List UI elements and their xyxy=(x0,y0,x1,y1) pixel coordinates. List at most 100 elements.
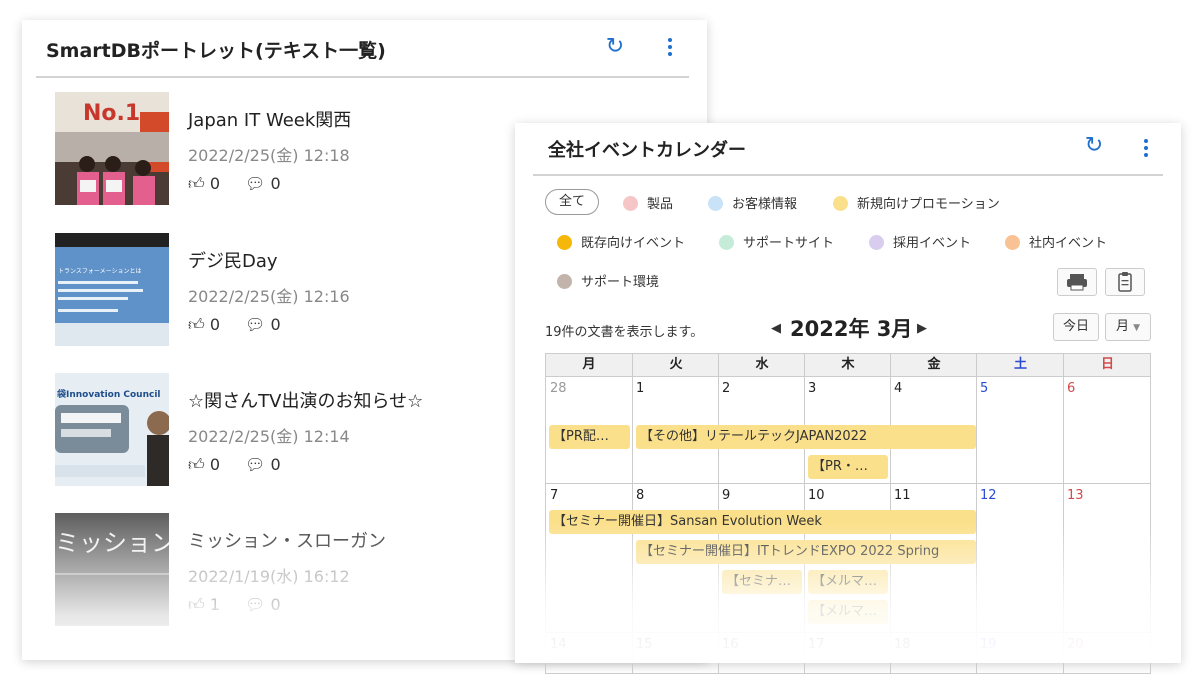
thumbs-up-icon[interactable]: 👍︎ xyxy=(188,455,205,474)
thumbs-up-icon[interactable]: 👍︎ xyxy=(188,315,205,334)
calendar-week: 14 15 16 17 18 19 20 xyxy=(545,633,1151,674)
day-cell[interactable]: 5 xyxy=(976,377,1064,483)
legend-item[interactable]: 採用イベント xyxy=(869,232,971,251)
comment-icon[interactable]: 💬︎ xyxy=(245,595,265,614)
legend-label: お客様情報 xyxy=(732,197,798,212)
post-title[interactable]: ミッション・スローガン xyxy=(188,527,386,553)
legend-label: 既存向けイベント xyxy=(581,236,686,251)
weekday-label: 金 xyxy=(890,354,977,376)
calendar-event[interactable]: 【メルマ… xyxy=(808,600,888,624)
day-number: 19 xyxy=(980,637,997,652)
calendar-event[interactable]: 【PR配… xyxy=(549,425,630,449)
legend-item[interactable]: 社内イベント xyxy=(1005,232,1107,251)
legend-item[interactable]: お客様情報 xyxy=(708,193,797,212)
more-vert-icon[interactable] xyxy=(1141,137,1151,159)
day-cell[interactable]: 16 xyxy=(718,633,805,673)
legend-item[interactable]: サポート環境 xyxy=(557,271,659,290)
calendar-week: 7 8 9 10 11 12 13 【セミナー開催日】Sansan Evolut… xyxy=(545,484,1151,633)
day-number: 2 xyxy=(722,381,731,396)
calendar-event[interactable]: 【セミナ… xyxy=(722,570,802,594)
day-number: 4 xyxy=(894,381,903,396)
post-date: 2022/2/25(金) 12:16 xyxy=(188,287,350,306)
legend-label: サポート環境 xyxy=(581,275,660,290)
thumb-text: トランスフォーメーションとは xyxy=(58,268,142,275)
dot-icon xyxy=(623,196,638,211)
comment-icon[interactable]: 💬︎ xyxy=(245,315,265,334)
legend-item[interactable]: サポートサイト xyxy=(719,232,834,251)
comment-icon[interactable]: 💬︎ xyxy=(245,174,265,193)
post-title[interactable]: デジ民Day xyxy=(188,247,350,273)
post-title[interactable]: ☆関さんTV出演のお知らせ☆ xyxy=(188,387,423,413)
like-count: 0 xyxy=(209,174,221,193)
day-number: 15 xyxy=(636,637,653,652)
dot-icon xyxy=(557,235,572,250)
comment-icon[interactable]: 💬︎ xyxy=(245,455,265,474)
day-number: 1 xyxy=(636,381,645,396)
dot-icon xyxy=(719,235,734,250)
event-calendar-portlet: 全社イベントカレンダー ↻ 全て 製品 お客様情報 新規向けプロモーション 既存… xyxy=(515,123,1181,674)
day-cell[interactable]: 20 xyxy=(1063,633,1150,673)
weekday-label: 水 xyxy=(718,354,805,376)
comment-count: 0 xyxy=(270,315,281,334)
post-thumbnail: トランスフォーメーションとは xyxy=(55,233,169,346)
day-cell[interactable]: 12 xyxy=(976,484,1064,632)
thumb-text: 袋Innovation Council xyxy=(56,388,161,400)
legend-label: 採用イベント xyxy=(893,236,972,251)
dot-icon xyxy=(869,235,884,250)
next-month-icon[interactable]: ▶ xyxy=(917,321,927,336)
legend-item[interactable]: 新規向けプロモーション xyxy=(833,193,1000,212)
prev-month-icon[interactable]: ◀ xyxy=(771,321,781,336)
thumbs-up-icon[interactable]: 👍︎ xyxy=(188,595,205,614)
today-button[interactable]: 今日 xyxy=(1053,313,1099,341)
like-count: 0 xyxy=(209,455,221,474)
day-number: 6 xyxy=(1067,381,1076,396)
day-number: 11 xyxy=(894,488,911,503)
calendar-week: 28 1 2 3 4 5 6 【PR配… 【その他】リテールテックJAPAN20… xyxy=(545,377,1151,484)
dot-icon xyxy=(557,274,572,289)
day-cell[interactable]: 14 xyxy=(546,633,633,673)
printer-icon xyxy=(1067,274,1087,291)
calendar-title: 全社イベントカレンダー xyxy=(548,140,746,161)
calendar-event[interactable]: 【メルマ… xyxy=(808,570,888,594)
comment-count: 0 xyxy=(270,595,281,614)
day-cell[interactable]: 15 xyxy=(632,633,719,673)
filter-all-button[interactable]: 全て xyxy=(545,189,599,215)
post-date: 2022/2/25(金) 12:14 xyxy=(188,427,350,446)
calendar-event[interactable]: 【セミナー開催日】ITトレンドEXPO 2022 Spring xyxy=(636,540,976,564)
more-vert-icon[interactable] xyxy=(665,36,675,58)
print-button[interactable] xyxy=(1057,268,1097,296)
calendar-event[interactable]: 【PR・… xyxy=(808,455,888,479)
day-number: 18 xyxy=(894,637,911,652)
weekday-label: 木 xyxy=(804,354,891,376)
calendar-event[interactable]: 【セミナー開催日】Sansan Evolution Week xyxy=(549,510,976,534)
day-cell[interactable]: 13 xyxy=(1063,484,1150,632)
legend-label: サポートサイト xyxy=(743,236,835,251)
calendar-header: 全社イベントカレンダー ↻ xyxy=(515,123,1181,181)
month-title: 2022年 3月 xyxy=(790,317,913,341)
day-cell[interactable]: 7 xyxy=(546,484,633,632)
view-select[interactable]: 月 ▼ xyxy=(1105,313,1151,341)
legend-item[interactable]: 製品 xyxy=(623,193,673,212)
refresh-icon[interactable]: ↻ xyxy=(1083,135,1105,157)
view-select-label: 月 xyxy=(1115,319,1129,334)
clipboard-icon xyxy=(1118,272,1132,292)
day-cell[interactable]: 19 xyxy=(976,633,1064,673)
day-number: 3 xyxy=(808,381,817,396)
like-count: 1 xyxy=(209,595,221,614)
day-cell[interactable]: 6 xyxy=(1063,377,1150,483)
day-cell[interactable]: 18 xyxy=(890,633,977,673)
calendar-event[interactable]: 【その他】リテールテックJAPAN2022 xyxy=(636,425,976,449)
weekday-label: 月 xyxy=(582,357,596,372)
legend-label: 社内イベント xyxy=(1029,236,1108,251)
clipboard-button[interactable] xyxy=(1105,268,1145,296)
day-number: 28 xyxy=(550,381,567,396)
post-thumbnail: No.1 xyxy=(55,92,169,205)
refresh-icon[interactable]: ↻ xyxy=(604,36,626,58)
post-title[interactable]: Japan IT Week関西 xyxy=(188,106,351,132)
thumbs-up-icon[interactable]: 👍︎ xyxy=(188,174,205,193)
day-number: 16 xyxy=(722,637,739,652)
thumb-text: No.1 xyxy=(83,101,140,126)
day-cell[interactable]: 17 xyxy=(804,633,891,673)
post-date: 2022/2/25(金) 12:18 xyxy=(188,146,350,165)
legend-item[interactable]: 既存向けイベント xyxy=(557,232,685,251)
